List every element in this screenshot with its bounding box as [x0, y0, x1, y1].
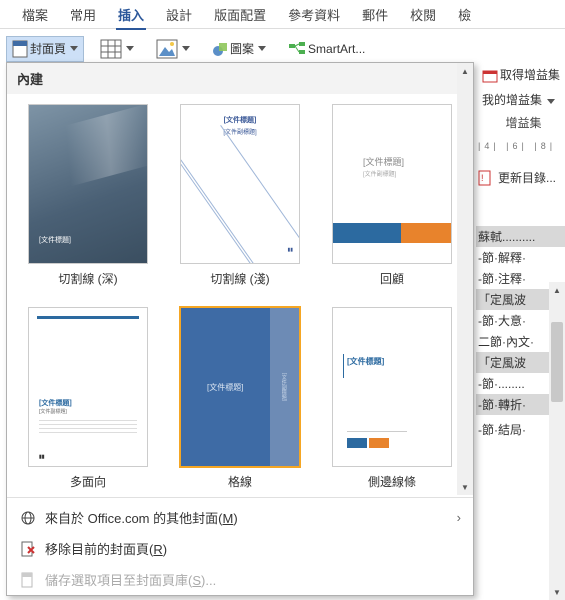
update-toc-label: 更新目錄... — [498, 169, 556, 186]
tab-insert[interactable]: 插入 — [116, 1, 146, 28]
get-addins-button[interactable]: 取得增益集 — [482, 66, 565, 83]
picture-icon — [156, 39, 178, 59]
tab-layout[interactable]: 版面配置 — [212, 1, 268, 28]
save-selection-label: 儲存選取項目至封面頁庫(S)... — [45, 570, 216, 589]
gallery-scrollbar[interactable]: ▲ ▼ — [457, 63, 473, 495]
thumb-title: [文件標題] — [39, 398, 72, 408]
shapes-button[interactable]: 圖案 — [206, 36, 272, 61]
caret-icon — [547, 99, 555, 104]
cover-option-label: 切割線 (淺) — [210, 270, 269, 287]
thumb-title: [文件標題] — [363, 155, 404, 168]
cover-option-facet[interactable]: [文件標題] [文件副標題] ▮▮ 多面向 — [21, 307, 155, 490]
more-from-office-button[interactable]: 來自於 Office.com 的其他封面(M) › — [7, 502, 473, 533]
cover-gallery: [文件標題] 切割線 (深) [文件標題] [文件副標題] ▮▮ 切割線 (淺)… — [7, 94, 473, 493]
remove-page-icon — [19, 540, 37, 558]
more-from-office-label: 來自於 Office.com 的其他封面(M) — [45, 508, 238, 527]
cover-option-slice-dark[interactable]: [文件標題] 切割線 (深) — [21, 104, 155, 287]
cover-option-grid[interactable]: [文件標題] [文件副標題] 格線 — [173, 307, 307, 490]
thumb-title: [文件標題] — [181, 115, 299, 125]
tab-view[interactable]: 檢 — [456, 1, 473, 28]
thumb-subtitle: [文件副標題] — [39, 408, 67, 415]
get-addins-label: 取得增益集 — [500, 66, 560, 83]
store-icon — [482, 67, 498, 83]
cover-option-label: 回顧 — [380, 270, 404, 287]
scroll-down-icon[interactable]: ▼ — [549, 584, 565, 600]
caret-icon — [182, 46, 190, 51]
scroll-up-icon[interactable]: ▲ — [458, 63, 472, 79]
cover-option-slice-light[interactable]: [文件標題] [文件副標題] ▮▮ 切割線 (淺) — [173, 104, 307, 287]
table-button[interactable] — [94, 35, 140, 63]
cover-option-retrospect[interactable]: [文件標題] [文件副標題] 回顧 — [325, 104, 459, 287]
cover-option-label: 多面向 — [70, 473, 106, 490]
scroll-down-icon[interactable]: ▼ — [458, 479, 472, 495]
cover-page-label: 封面頁 — [30, 40, 66, 57]
globe-icon — [19, 509, 37, 527]
caret-icon — [70, 46, 78, 51]
tab-references[interactable]: 參考資料 — [286, 1, 342, 28]
thumb-title: [文件標題] — [207, 382, 243, 393]
separator — [7, 497, 473, 498]
thumb-subtitle: [文件副標題] — [181, 127, 299, 136]
dropdown-header: 內建 — [7, 63, 473, 94]
tab-home[interactable]: 常用 — [68, 1, 98, 28]
my-addins-label: 我的增益集 — [482, 93, 542, 107]
save-page-icon — [19, 571, 37, 589]
table-icon — [100, 39, 122, 59]
thumb-title: [文件標題] — [347, 356, 384, 367]
my-addins-button[interactable]: 我的增益集 — [482, 91, 565, 108]
cover-option-label: 側邊線條 — [368, 473, 416, 490]
cover-option-sideline[interactable]: [文件標題] 側邊線條 — [325, 307, 459, 490]
thumb-subtitle: [文件副標題] — [281, 373, 288, 401]
remove-cover-label: 移除目前的封面頁(R) — [45, 539, 167, 558]
save-selection-button: 儲存選取項目至封面頁庫(S)... — [7, 564, 473, 595]
tab-design[interactable]: 設計 — [164, 1, 194, 28]
ribbon-tabs: 檔案 常用 插入 設計 版面配置 參考資料 郵件 校閱 檢 — [0, 0, 565, 28]
chevron-right-icon: › — [457, 510, 461, 525]
update-toc-button[interactable]: ! 更新目錄... — [476, 169, 565, 186]
cover-option-label: 切割線 (深) — [58, 270, 117, 287]
update-icon: ! — [478, 170, 494, 186]
doc-line[interactable]: 蘇軾.......... — [476, 226, 565, 247]
thumb-accent: ▮▮ — [287, 247, 293, 253]
thumb-title: [文件標題] — [39, 235, 71, 245]
cover-page-dropdown: 內建 [文件標題] 切割線 (深) [文件標題] [文件副標題] ▮▮ 切割線 … — [6, 62, 474, 596]
shapes-label: 圖案 — [230, 40, 254, 57]
pictures-button[interactable] — [150, 35, 196, 63]
smartart-icon — [288, 41, 306, 57]
scroll-thumb[interactable] — [551, 322, 563, 402]
thumb-subtitle: [文件副標題] — [363, 169, 396, 178]
tab-review[interactable]: 校閱 — [408, 1, 438, 28]
svg-text:!: ! — [481, 173, 484, 183]
tab-mailings[interactable]: 郵件 — [360, 1, 390, 28]
remove-cover-button[interactable]: 移除目前的封面頁(R) — [7, 533, 473, 564]
cover-option-label: 格線 — [228, 473, 252, 490]
document-pane: 取得增益集 我的增益集 增益集 |4| |6| |8| ! 更新目錄... 蘇軾… — [476, 62, 565, 600]
doc-line[interactable]: -節·解釋· — [476, 247, 565, 268]
cover-page-button[interactable]: 封面頁 — [6, 36, 84, 62]
caret-icon — [126, 46, 134, 51]
scroll-up-icon[interactable]: ▲ — [549, 282, 565, 298]
shapes-icon — [212, 41, 228, 57]
thumb-accent: ▮▮ — [39, 454, 45, 460]
doc-scrollbar[interactable]: ▲ ▼ — [549, 282, 565, 600]
caret-icon — [258, 46, 266, 51]
smartart-label: SmartArt... — [308, 42, 365, 56]
page-icon — [12, 40, 28, 58]
tab-file[interactable]: 檔案 — [20, 1, 50, 28]
ruler: |4| |6| |8| — [476, 141, 565, 151]
addins-group-label: 增益集 — [482, 114, 565, 131]
smartart-button[interactable]: SmartArt... — [282, 37, 371, 61]
